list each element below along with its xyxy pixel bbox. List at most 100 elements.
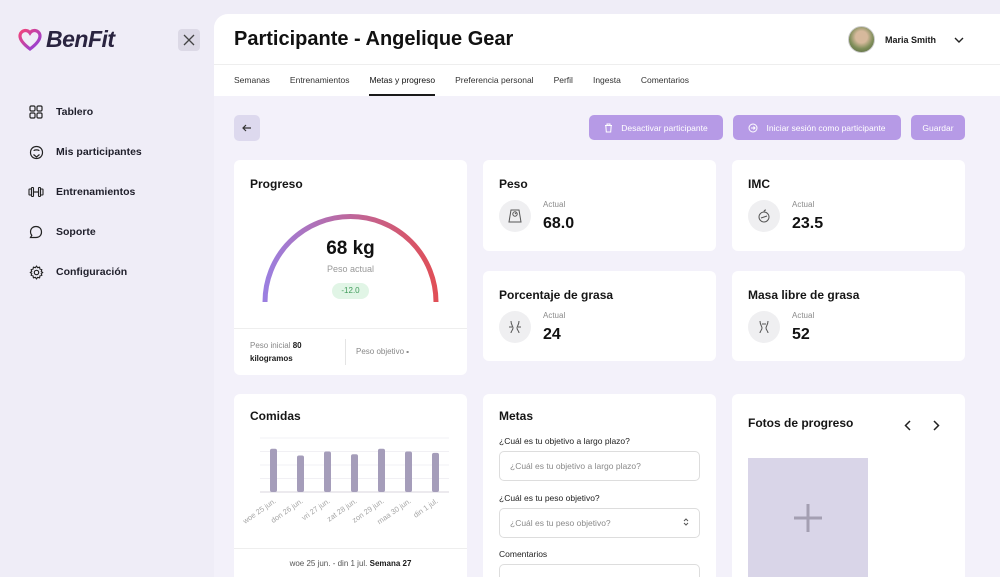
tab-comentarios[interactable]: Comentarios (641, 65, 689, 96)
metric-title: Porcentaje de grasa (499, 288, 614, 302)
sidebar-item-label: Soporte (56, 226, 96, 238)
chevron-left-icon (903, 419, 911, 431)
stepper-icon (683, 518, 689, 526)
sidebar: BenFit Tablero Mis participantes Entrena… (0, 0, 214, 577)
add-photo-button[interactable] (748, 458, 868, 577)
divider (234, 548, 467, 549)
photos-title: Fotos de progreso (748, 416, 854, 430)
login-as-label: Iniciar sesión como participante (766, 122, 886, 133)
meal-tick-label: din 1 jul. (412, 496, 440, 519)
login-as-participant-button[interactable]: Iniciar sesión como participante (733, 115, 901, 140)
target-weight-label: ¿Cuál es tu peso objetivo? (499, 493, 600, 503)
tab-perfil[interactable]: Perfil (554, 65, 573, 96)
page-header: Participante - Angelique Gear Maria Smit… (214, 14, 1000, 64)
sidebar-item-tablero[interactable]: Tablero (28, 92, 142, 132)
metric-sub: Actual (543, 311, 566, 320)
comments-input[interactable] (499, 564, 700, 577)
meal-bar[interactable] (270, 448, 277, 492)
main-panel: Participante - Angelique Gear Maria Smit… (214, 14, 1000, 577)
initial-weight: Peso inicial 80 kilogramos (250, 339, 302, 365)
week-range: woe 25 jun. - din 1 jul. (289, 559, 368, 568)
meal-bar[interactable] (324, 451, 331, 493)
goal-weight: Peso objetivo - (356, 345, 409, 358)
goals-card: Metas ¿Cuál es tu objetivo a largo plazo… (483, 394, 716, 577)
target-weight-placeholder: ¿Cuál es tu peso objetivo? (510, 518, 611, 528)
sidebar-item-label: Mis participantes (56, 146, 142, 158)
current-weight-value: 68 kg (326, 238, 375, 259)
avatar[interactable] (847, 26, 875, 53)
gear-icon (28, 264, 44, 280)
meal-bar[interactable] (378, 448, 385, 492)
apple-scale-icon (748, 200, 780, 232)
metric-card-peso: Peso Actual 68.0 (483, 160, 716, 251)
metric-card-grasa: Porcentaje de grasa Actual 24 (483, 271, 716, 361)
user-menu[interactable]: Maria Smith (847, 26, 964, 53)
user-name: Maria Smith (884, 34, 936, 45)
sidebar-item-participantes[interactable]: Mis participantes (28, 132, 142, 172)
metric-value: 23.5 (792, 215, 824, 232)
goal-weight-value: - (406, 347, 409, 356)
tab-bar: Semanas Entrenamientos Metas y progreso … (214, 64, 1000, 96)
progress-photos-card: Fotos de progreso (732, 394, 965, 577)
metric-title: Peso (499, 177, 528, 191)
meal-bar[interactable] (297, 455, 304, 492)
grid-icon (28, 104, 44, 120)
save-label: Guardar (922, 122, 954, 133)
metric-value: 52 (792, 326, 810, 343)
login-icon (748, 123, 758, 132)
meal-bar[interactable] (405, 451, 412, 493)
target-weight-select[interactable]: ¿Cuál es tu peso objetivo? (499, 508, 700, 538)
next-photo-button[interactable] (929, 418, 943, 432)
sidebar-item-soporte[interactable]: Soporte (28, 212, 142, 252)
tab-preferencia-personal[interactable]: Preferencia personal (455, 65, 533, 96)
metric-sub: Actual (792, 200, 815, 209)
metric-value: 24 (543, 326, 561, 343)
meal-bar[interactable] (351, 454, 358, 492)
chevron-down-icon[interactable] (954, 37, 964, 43)
participants-icon (28, 144, 44, 160)
prev-photo-button[interactable] (900, 418, 914, 432)
metric-title: IMC (748, 177, 770, 191)
metric-sub: Actual (792, 311, 815, 320)
long-term-goal-label: ¿Cuál es tu objetivo a largo plazo? (499, 436, 630, 446)
meals-card: Comidas woe 25 jun. don 26 jun. vri 27 jun… (234, 394, 467, 577)
trash-icon (605, 123, 613, 132)
metric-value: 68.0 (543, 215, 575, 232)
tab-entrenamientos[interactable]: Entrenamientos (290, 65, 350, 96)
chevron-right-icon (932, 419, 940, 431)
sidebar-item-label: Entrenamientos (56, 186, 136, 198)
close-icon (183, 34, 195, 46)
chat-icon (28, 224, 44, 240)
meals-chart: woe 25 jun.don 26 jun.vri 27 jun.zat 28 … (240, 437, 449, 526)
deactivate-participant-button[interactable]: Desactivar participante (589, 115, 723, 140)
progress-card: Progreso 68 kg Peso actual -12.0 Peso in… (234, 160, 467, 375)
tab-ingesta[interactable]: Ingesta (593, 65, 621, 96)
sidebar-item-label: Tablero (56, 106, 94, 118)
sidebar-item-entrenamientos[interactable]: Entrenamientos (28, 172, 142, 212)
initial-weight-value: 80 (292, 341, 302, 350)
meal-bar[interactable] (432, 452, 439, 492)
metric-card-masa-libre: Masa libre de grasa Actual 52 (732, 271, 965, 361)
initial-weight-unit: kilogramos (250, 354, 293, 363)
back-button[interactable] (234, 115, 260, 141)
save-button[interactable]: Guardar (911, 115, 965, 140)
long-term-goal-input[interactable]: ¿Cuál es tu objetivo a largo plazo? (499, 451, 700, 481)
plus-icon (794, 504, 822, 532)
tab-semanas[interactable]: Semanas (234, 65, 270, 96)
tab-metas-y-progreso[interactable]: Metas y progreso (369, 65, 435, 96)
meals-week-footer: woe 25 jun. - din 1 jul. Semana 27 (234, 559, 467, 568)
scale-icon (499, 200, 531, 232)
sidebar-nav: Tablero Mis participantes Entrenamientos… (28, 92, 142, 292)
dumbbell-icon (28, 184, 44, 200)
goal-weight-label: Peso objetivo (356, 347, 405, 356)
sidebar-item-label: Configuración (56, 266, 128, 278)
weight-delta-badge: -12.0 (332, 283, 369, 299)
close-sidebar-button[interactable] (178, 29, 200, 51)
metric-title: Masa libre de grasa (748, 288, 860, 302)
benfit-logo-icon (18, 28, 42, 51)
current-weight-label: Peso actual (326, 264, 375, 274)
body-fat-icon (499, 311, 531, 343)
sidebar-item-configuracion[interactable]: Configuración (28, 252, 142, 292)
goals-title: Metas (499, 409, 534, 423)
brand-logo[interactable]: BenFit (18, 26, 115, 53)
